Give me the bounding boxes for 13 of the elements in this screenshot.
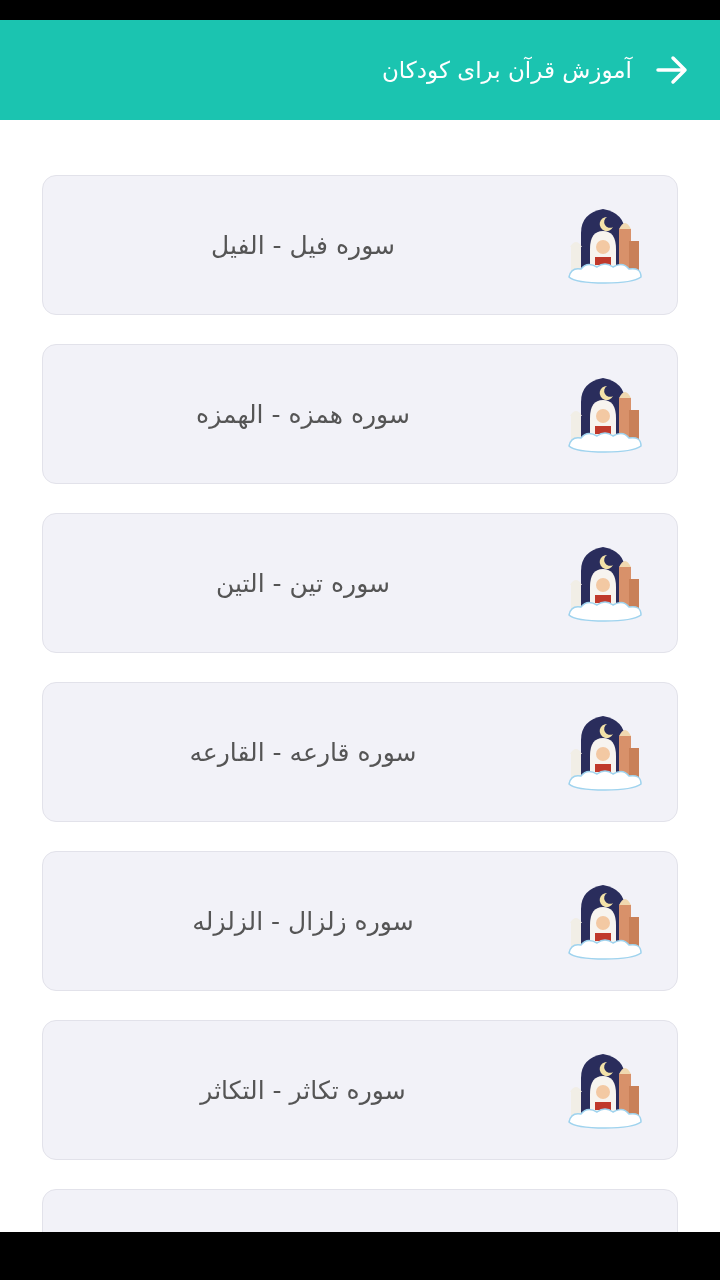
surah-list-item[interactable]: سوره زلزال - الزلزله xyxy=(42,851,678,991)
surah-title: سوره قارعه - القارعه xyxy=(188,737,418,767)
surah-list-item[interactable]: سوره همزه - الهمزه xyxy=(42,344,678,484)
surah-list-item[interactable]: سوره تکاثر - التکاثر xyxy=(42,1020,678,1160)
surah-title: سوره تین - التین xyxy=(214,568,392,598)
surah-title: سوره فیل - الفیل xyxy=(210,230,396,260)
surah-list-item[interactable]: سوره قارعه - القارعه xyxy=(42,682,678,822)
surah-list-item[interactable]: سوره فیل - الفیل xyxy=(42,175,678,315)
surah-title: سوره تکاثر - التکاثر xyxy=(198,1075,407,1105)
surah-list-item[interactable]: سوره تین - التین xyxy=(42,513,678,653)
app-title: آموزش قرآن برای کودکان xyxy=(381,57,632,83)
surah-title: سوره همزه - الهمزه xyxy=(195,399,411,429)
surah-title: سوره زلزال - الزلزله xyxy=(191,906,415,936)
